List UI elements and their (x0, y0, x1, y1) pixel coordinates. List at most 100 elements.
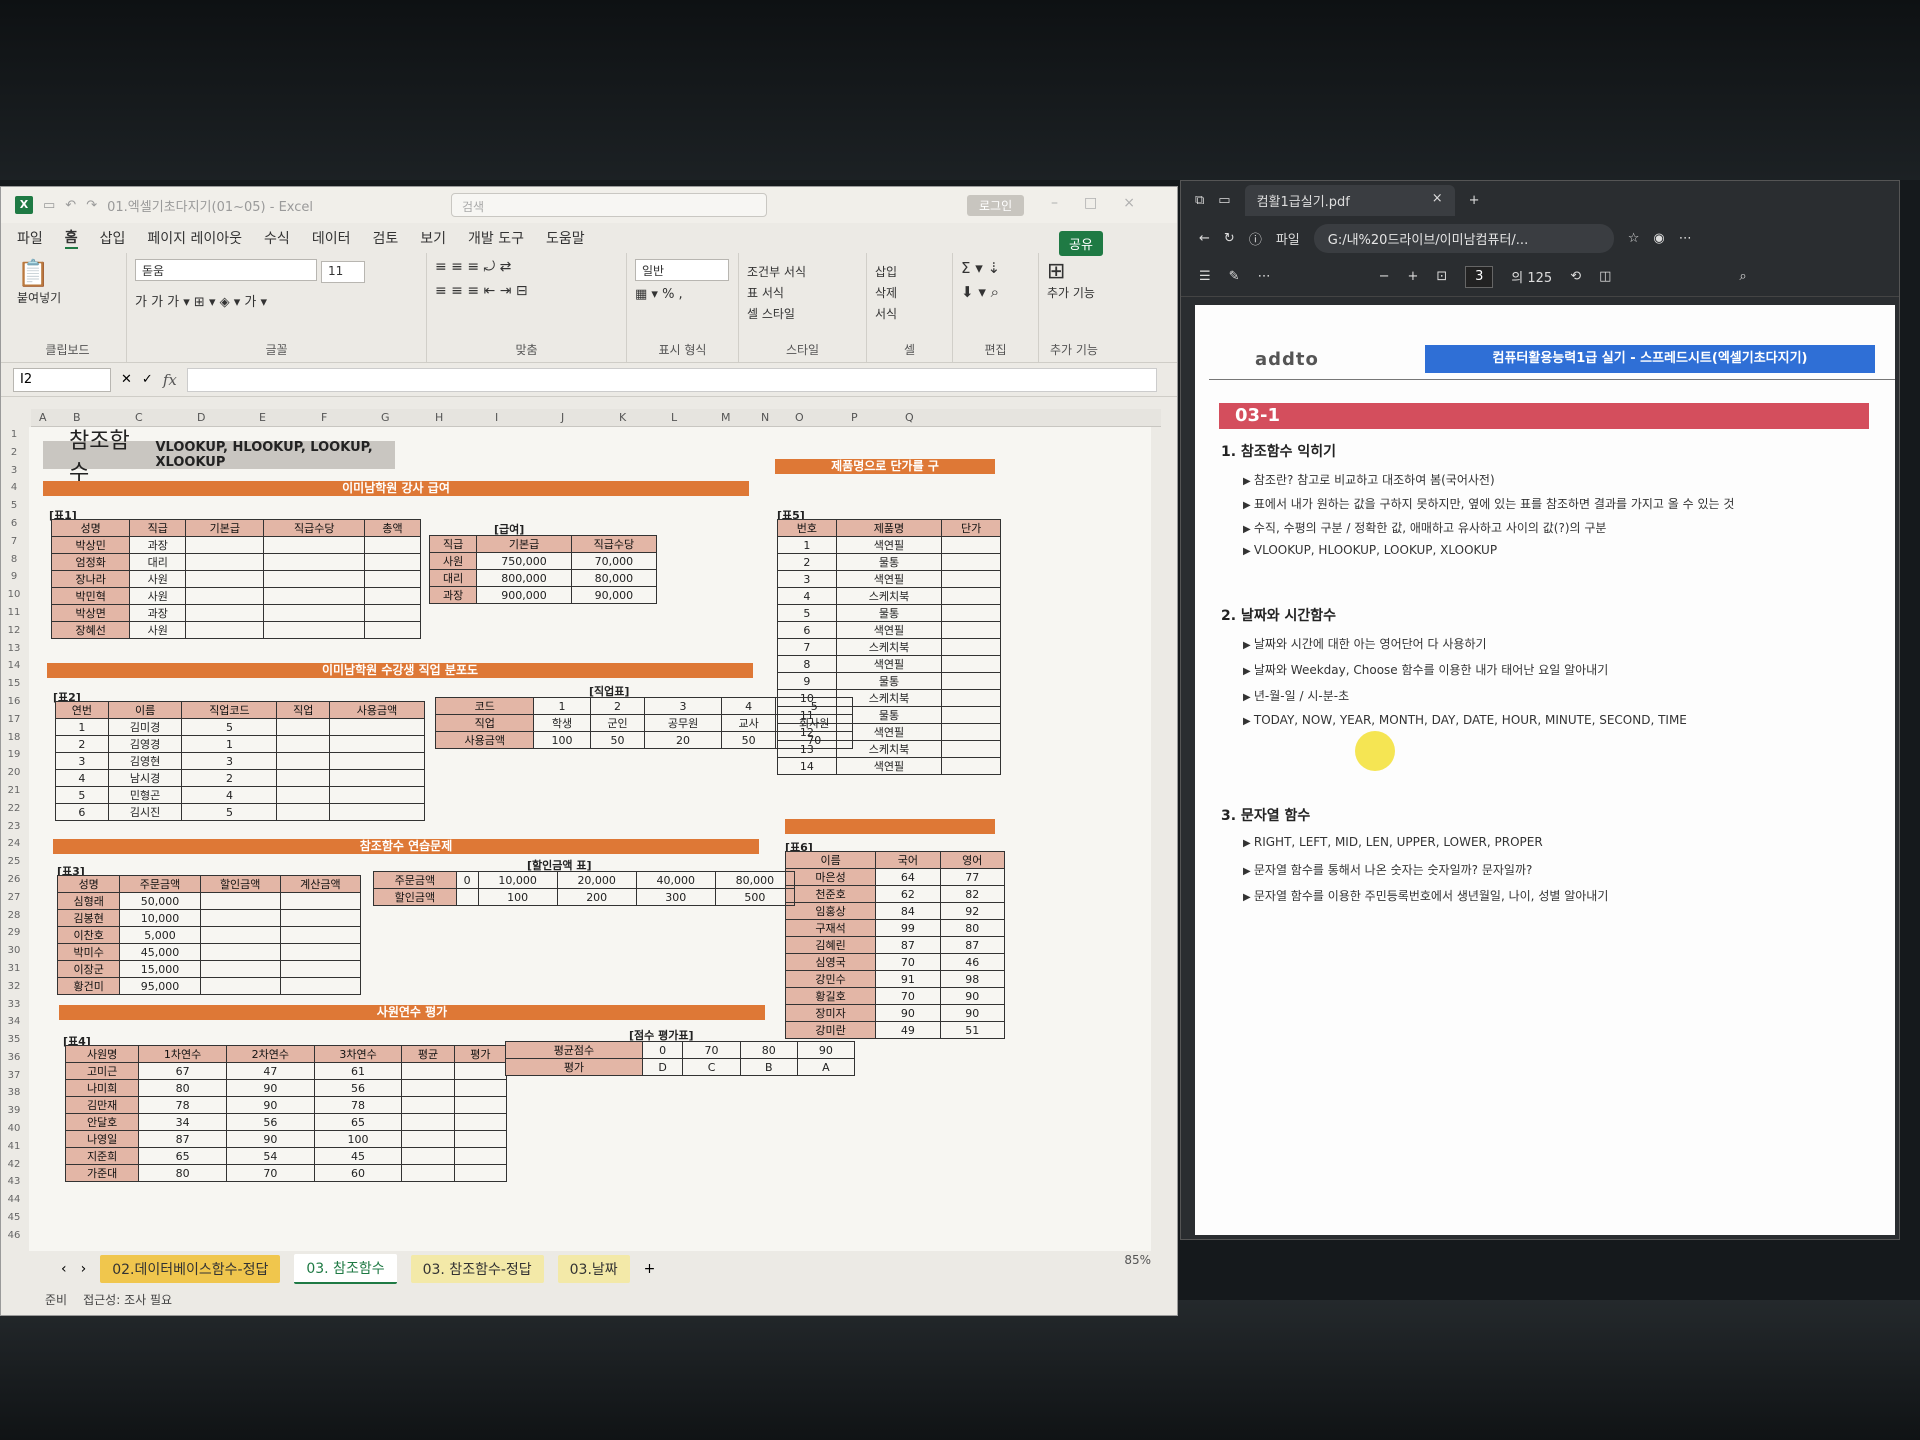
table-cell[interactable]: 900,000 (476, 586, 572, 604)
column-header[interactable]: F (321, 411, 327, 424)
table-cell[interactable]: 5,000 (119, 926, 201, 944)
column-header[interactable]: D (197, 411, 205, 424)
table-cell[interactable]: 색연필 (835, 621, 943, 639)
table-cell[interactable]: 김봉현 (56, 909, 121, 927)
header-cell[interactable]: 평가 (453, 1045, 508, 1063)
table-cell[interactable] (199, 909, 281, 927)
header-cell[interactable]: 1차연수 (138, 1045, 227, 1063)
table-cell[interactable]: 장혜선 (50, 621, 131, 639)
table-cell[interactable]: 99 (875, 919, 941, 937)
table-cell[interactable]: 78 (138, 1096, 227, 1114)
header-cell[interactable]: 번호 (777, 519, 837, 537)
header-cell[interactable]: 계산금액 (279, 875, 362, 893)
table-cell[interactable]: 50,000 (119, 892, 201, 910)
header-cell[interactable]: 이름 (784, 851, 877, 869)
column-header[interactable]: L (671, 411, 677, 424)
table-cell[interactable] (279, 909, 362, 927)
row-header[interactable]: 31 (1, 963, 27, 981)
sum-icon[interactable]: Σ ▾ ⇣ (961, 259, 1030, 277)
table-cell[interactable]: 87 (875, 936, 941, 954)
table-cell[interactable]: 물통 (835, 553, 943, 571)
table-cell[interactable]: 80,000 (714, 871, 796, 889)
table-cell[interactable]: 박미수 (56, 943, 121, 961)
row-header[interactable]: 12 (1, 625, 27, 643)
table-cell[interactable]: 지준희 (64, 1147, 140, 1165)
table-cell[interactable]: 사원 (129, 621, 187, 639)
table-cell[interactable]: 15,000 (119, 960, 201, 978)
table-cell[interactable]: 100 (477, 888, 558, 906)
table-cell[interactable]: 84 (875, 902, 941, 920)
menu-review[interactable]: 검토 (372, 228, 398, 248)
contents-icon[interactable]: ☰ (1199, 269, 1211, 284)
table-cell[interactable]: 교사 (720, 714, 777, 732)
table-cell[interactable]: 김만재 (64, 1096, 140, 1114)
table-cell[interactable]: 6 (55, 803, 109, 821)
table-cell[interactable]: 3 (55, 752, 109, 770)
table-cell[interactable]: 8 (777, 655, 837, 673)
zoom-out-icon[interactable]: − (1379, 269, 1390, 284)
table-cell[interactable] (453, 1130, 508, 1148)
table-cell[interactable] (263, 553, 366, 571)
table-cell[interactable] (364, 587, 421, 605)
table-cell[interactable]: 나미희 (64, 1079, 140, 1097)
table-cell[interactable]: 90 (939, 1004, 1006, 1022)
table-cell[interactable]: 엄정화 (50, 553, 131, 571)
row-header[interactable]: 3 (1, 465, 27, 483)
table-cell[interactable]: 대리 (129, 553, 187, 571)
column-header[interactable]: N (761, 411, 769, 424)
table-cell[interactable] (453, 1147, 508, 1165)
font-size-select[interactable]: 11 (321, 261, 365, 283)
table-cell[interactable] (185, 587, 265, 605)
row-header[interactable]: 25 (1, 856, 27, 874)
header-cell[interactable]: 할인금액 (199, 875, 281, 893)
table-cell[interactable] (329, 769, 425, 787)
table-cell[interactable] (329, 752, 425, 770)
header-cell[interactable]: 2차연수 (225, 1045, 315, 1063)
table-cell[interactable]: 50 (720, 731, 777, 749)
table-cell[interactable]: 코드 (434, 697, 535, 715)
table-cell[interactable]: 54 (225, 1147, 315, 1165)
table-cell[interactable]: 70,000 (570, 552, 658, 570)
table-cell[interactable]: 80 (939, 919, 1006, 937)
row-header[interactable]: 33 (1, 999, 27, 1017)
table-cell[interactable]: 황길호 (784, 987, 877, 1005)
menu-insert[interactable]: 삽입 (100, 228, 126, 248)
header-cell[interactable]: 성명 (50, 519, 131, 537)
table-cell[interactable]: B (739, 1058, 798, 1076)
menu-page-layout[interactable]: 페이지 레이아웃 (147, 228, 242, 248)
table-cell[interactable]: 64 (875, 868, 941, 886)
table-cell[interactable]: 사원 (129, 587, 187, 605)
table-cell[interactable] (401, 1164, 455, 1182)
table-cell[interactable]: 4 (181, 786, 278, 804)
number-format-select[interactable]: 일반 (635, 259, 729, 281)
table-cell[interactable] (941, 689, 1001, 707)
column-header[interactable]: G (381, 411, 390, 424)
close-tab-icon[interactable]: × (1432, 191, 1443, 210)
table-cell[interactable] (453, 1113, 508, 1131)
column-header[interactable]: H (435, 411, 443, 424)
table-cell[interactable] (941, 638, 1001, 656)
menu-developer[interactable]: 개발 도구 (468, 228, 524, 248)
table-cell[interactable]: 0 (641, 1041, 684, 1059)
table-cell[interactable]: 장미자 (784, 1004, 877, 1022)
table-cell[interactable]: 가준대 (64, 1164, 140, 1182)
table-cell[interactable]: 평가 (505, 1058, 643, 1076)
table-cell[interactable]: 92 (939, 902, 1006, 920)
table-cell[interactable]: 박상민 (50, 536, 131, 554)
paste-button[interactable]: 붙여넣기 (17, 289, 118, 306)
status-accessibility[interactable]: 접근성: 조사 필요 (83, 1291, 172, 1308)
address-bar[interactable]: G:/내%20드라이브/이미남컴퓨터/... (1313, 223, 1614, 253)
table-cell[interactable]: 9 (777, 672, 837, 690)
table-cell[interactable]: 마은성 (784, 868, 877, 886)
table-cell[interactable]: 300 (635, 888, 716, 906)
tab-db-answer[interactable]: 02.데이터베이스함수-정답 (100, 1255, 281, 1283)
table-cell[interactable]: 49 (875, 1021, 941, 1039)
pdf-tab[interactable]: 컴활1급실기.pdf × (1244, 184, 1455, 216)
table-cell[interactable] (941, 740, 1001, 758)
table-cell[interactable] (276, 735, 331, 753)
table-cell[interactable]: 색연필 (835, 570, 943, 588)
table-cell[interactable]: 2 (777, 553, 837, 571)
table-cell[interactable] (401, 1113, 455, 1131)
table-cell[interactable] (941, 757, 1001, 775)
column-header[interactable]: O (795, 411, 804, 424)
